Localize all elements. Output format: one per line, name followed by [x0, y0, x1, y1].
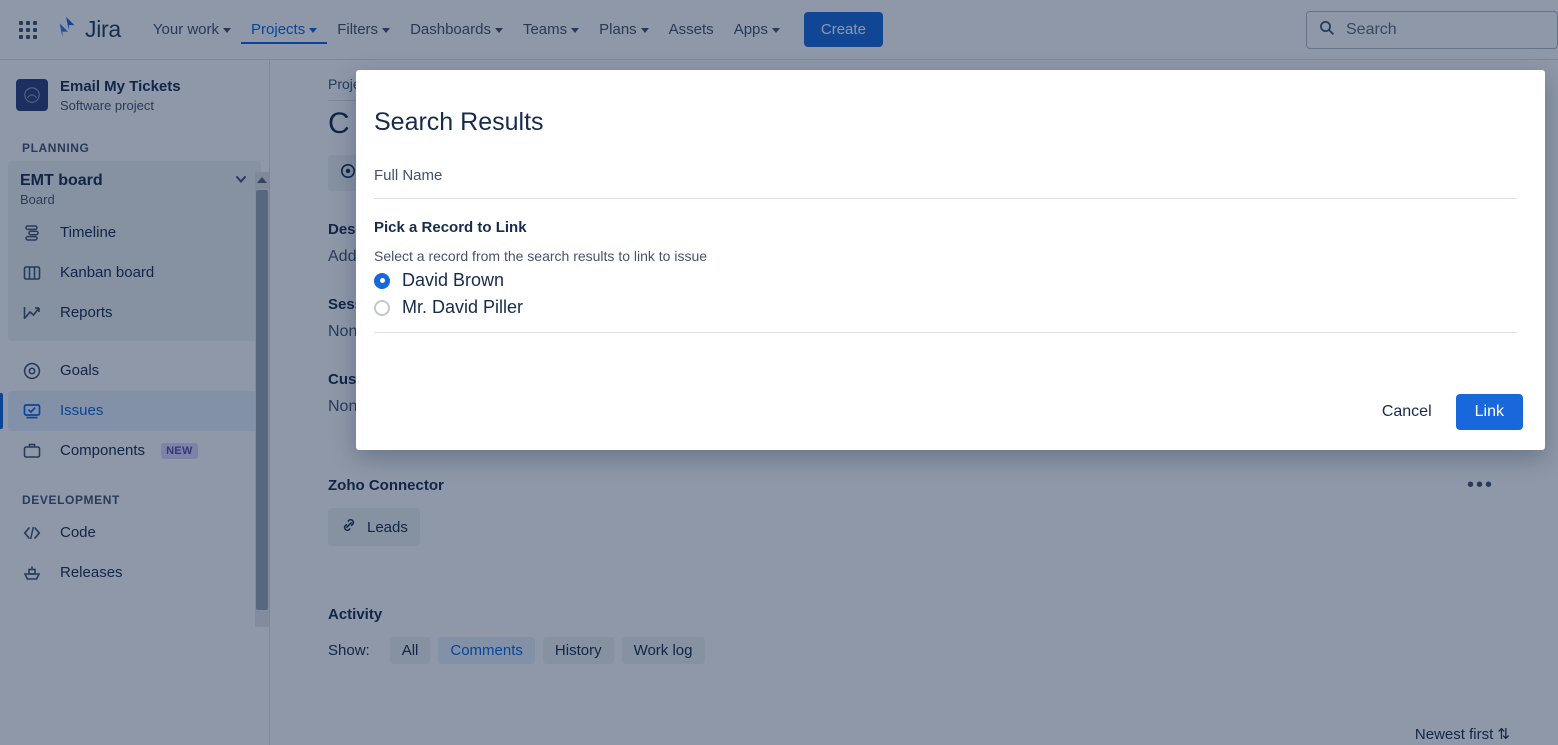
cancel-button[interactable]: Cancel [1370, 395, 1444, 429]
search-results-modal: Search Results Full Name Pick a Record t… [356, 70, 1545, 450]
jira-app-window: Jira Your work Projects Filters Dashboar… [0, 0, 1558, 745]
record-option-row[interactable]: David Brown [374, 270, 1517, 291]
radio-button-selected[interactable] [374, 272, 390, 289]
record-option-row[interactable]: Mr. David Piller [374, 297, 1517, 318]
full-name-field-underline[interactable] [374, 198, 1517, 199]
divider [374, 332, 1517, 333]
link-button[interactable]: Link [1455, 394, 1523, 430]
full-name-label: Full Name [374, 167, 443, 184]
record-option-label: Mr. David Piller [402, 297, 524, 317]
modal-footer: Cancel Link [1370, 394, 1523, 430]
modal-title: Search Results [374, 108, 544, 136]
record-option-label: David Brown [402, 270, 505, 290]
pick-record-help: Select a record from the search results … [374, 248, 708, 264]
pick-record-label: Pick a Record to Link [374, 219, 527, 236]
radio-button[interactable] [374, 299, 390, 316]
